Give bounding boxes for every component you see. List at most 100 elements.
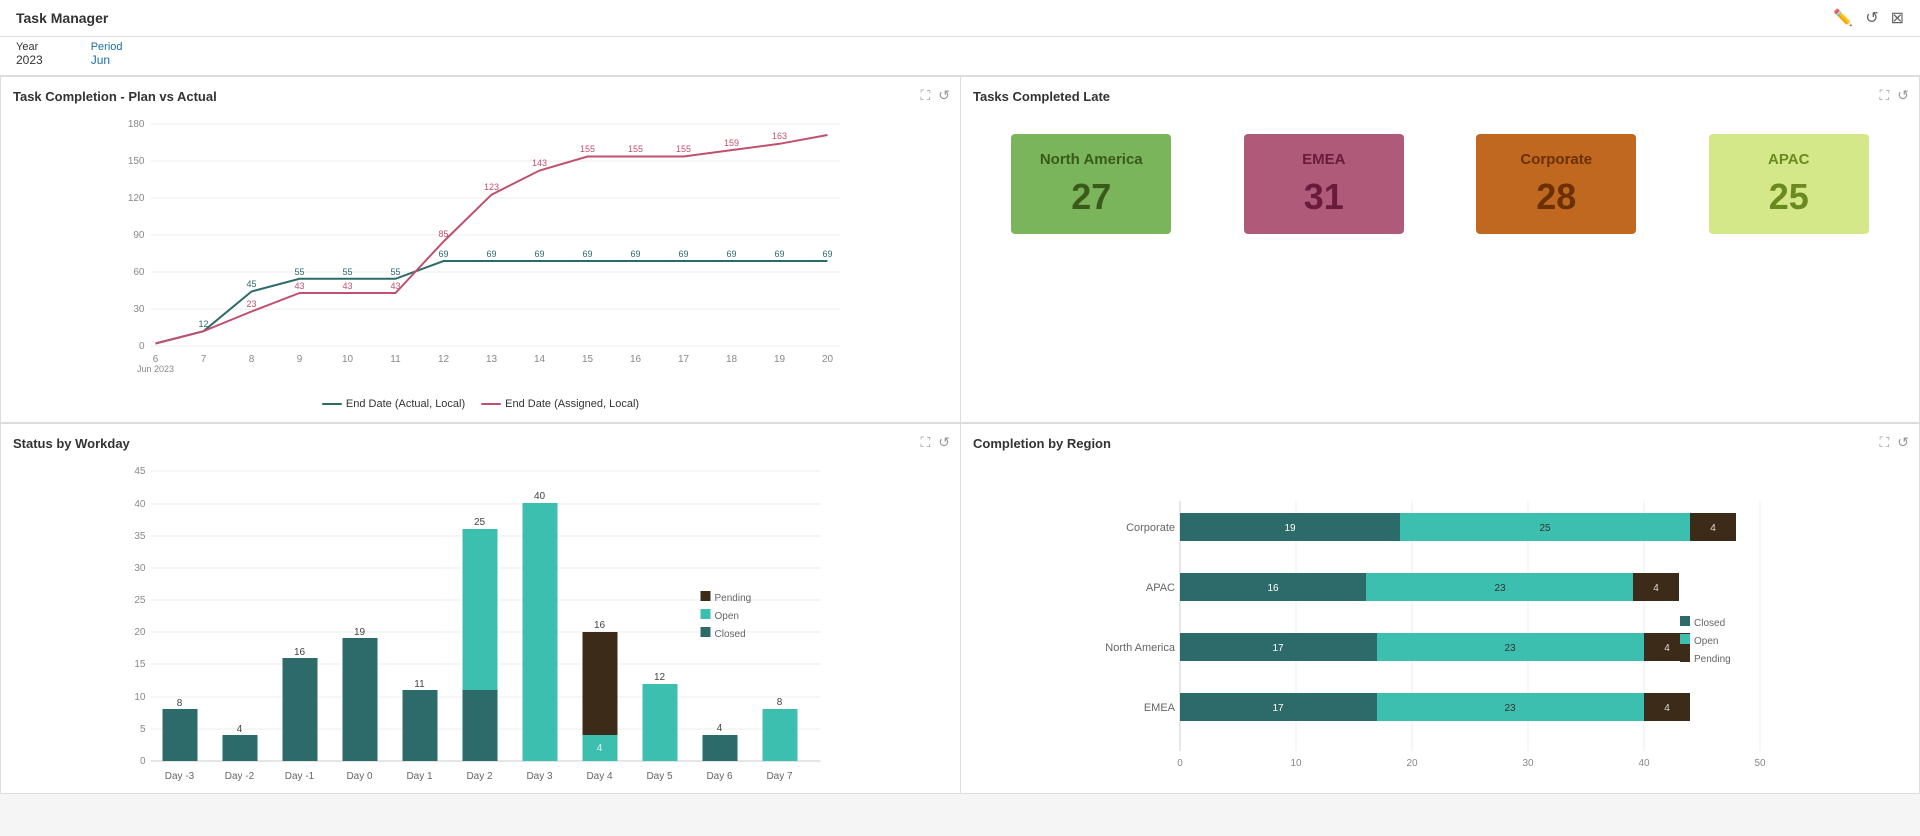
svg-text:4: 4: [1664, 703, 1670, 714]
svg-text:North America: North America: [1105, 642, 1176, 654]
svg-text:EMEA: EMEA: [1144, 702, 1176, 714]
svg-text:12: 12: [438, 354, 450, 365]
expand-icon[interactable]: ⊠: [1891, 8, 1904, 28]
fullscreen-icon[interactable]: ⛶: [920, 87, 930, 104]
panel-status-icons[interactable]: ⛶ ↺: [920, 434, 950, 451]
bar-day2-closed: [463, 690, 498, 761]
filter-year-value[interactable]: 2023: [16, 53, 43, 67]
edit-icon[interactable]: ✏️: [1833, 8, 1853, 28]
late-card-na-value: 27: [1071, 176, 1111, 218]
svg-text:30: 30: [134, 563, 146, 574]
bar-day7-open: [763, 709, 798, 761]
svg-text:0: 0: [139, 341, 145, 352]
bar-day6-closed: [703, 735, 738, 761]
refresh-icon[interactable]: ↺: [938, 434, 950, 451]
svg-text:55: 55: [390, 267, 400, 277]
svg-text:17: 17: [678, 354, 690, 365]
svg-text:15: 15: [134, 659, 146, 670]
svg-text:30: 30: [1522, 758, 1534, 769]
svg-text:69: 69: [774, 249, 784, 259]
svg-text:69: 69: [822, 249, 832, 259]
fullscreen-icon[interactable]: ⛶: [920, 434, 930, 451]
svg-text:Closed: Closed: [1694, 618, 1725, 629]
svg-text:10: 10: [342, 354, 354, 365]
panel-task-completion-icons[interactable]: ⛶ ↺: [920, 87, 950, 104]
svg-text:Day 4: Day 4: [586, 771, 613, 782]
workday-chart-svg: 0 5 10 15 20 25 30 35 40 45 8 Day -3 4 D…: [13, 461, 948, 791]
filter-period-value[interactable]: Jun: [91, 53, 123, 67]
svg-text:20: 20: [134, 627, 146, 638]
svg-text:Day 1: Day 1: [406, 771, 433, 782]
svg-text:20: 20: [822, 354, 834, 365]
panel-tasks-late-title: Tasks Completed Late: [973, 89, 1907, 104]
panel-region-title: Completion by Region: [973, 436, 1907, 451]
line-chart-svg: 0 30 60 90 120 150 180 6 7 8 9 10 11 12 …: [13, 114, 948, 374]
svg-text:155: 155: [580, 144, 595, 154]
svg-text:16: 16: [1267, 583, 1279, 594]
svg-text:12: 12: [198, 319, 208, 329]
panel-tasks-late-icons[interactable]: ⛶ ↺: [1879, 87, 1909, 104]
svg-text:Day -1: Day -1: [285, 771, 315, 782]
svg-text:120: 120: [128, 193, 145, 204]
fullscreen-icon[interactable]: ⛶: [1879, 434, 1889, 451]
late-cards-container: North America 27 EMEA 31 Corporate 28 AP…: [973, 114, 1907, 254]
bar-day-1-closed: [283, 658, 318, 761]
panel-region-icons[interactable]: ⛶ ↺: [1879, 434, 1909, 451]
svg-text:43: 43: [294, 281, 304, 291]
svg-text:40: 40: [1638, 758, 1650, 769]
svg-text:Corporate: Corporate: [1126, 522, 1175, 534]
late-card-apac-value: 25: [1769, 176, 1809, 218]
svg-text:8: 8: [777, 697, 783, 708]
svg-text:14: 14: [534, 354, 546, 365]
late-card-corporate: Corporate 28: [1476, 134, 1636, 234]
refresh-icon[interactable]: ↺: [1897, 87, 1909, 104]
svg-text:90: 90: [133, 230, 145, 241]
svg-text:55: 55: [342, 267, 352, 277]
svg-text:Closed: Closed: [715, 629, 746, 640]
late-card-corp-label: Corporate: [1520, 151, 1592, 168]
svg-text:8: 8: [177, 698, 183, 709]
svg-text:Open: Open: [1694, 636, 1718, 647]
svg-text:Jun 2023: Jun 2023: [137, 364, 174, 374]
svg-text:163: 163: [772, 131, 787, 141]
svg-text:17: 17: [1272, 703, 1284, 714]
svg-text:23: 23: [1504, 643, 1516, 654]
svg-text:4: 4: [1664, 643, 1670, 654]
svg-text:69: 69: [534, 249, 544, 259]
refresh-icon[interactable]: ↺: [938, 87, 950, 104]
late-card-north-america: North America 27: [1011, 134, 1171, 234]
bar-day2-open: [463, 529, 498, 690]
bar-day5-open: [643, 684, 678, 761]
svg-text:10: 10: [1290, 758, 1302, 769]
svg-text:40: 40: [534, 491, 546, 502]
svg-text:APAC: APAC: [1146, 582, 1175, 594]
svg-text:Day -2: Day -2: [225, 771, 255, 782]
svg-text:43: 43: [390, 281, 400, 291]
legend-actual-label: End Date (Actual, Local): [346, 398, 465, 410]
refresh-icon[interactable]: ↺: [1865, 8, 1878, 28]
svg-text:19: 19: [354, 627, 366, 638]
region-bar-chart: 0 10 20 30 40 50 Corporate APAC North Am…: [973, 461, 1907, 781]
svg-text:11: 11: [390, 354, 401, 365]
filter-period: Period Jun: [91, 41, 123, 67]
fullscreen-icon[interactable]: ⛶: [1879, 87, 1889, 104]
header-icons[interactable]: ✏️ ↺ ⊠: [1833, 8, 1904, 28]
svg-text:4: 4: [717, 723, 723, 734]
svg-text:Day 3: Day 3: [526, 771, 553, 782]
legend-actual: End Date (Actual, Local): [322, 398, 465, 410]
svg-text:45: 45: [246, 279, 256, 289]
panel-status-title: Status by Workday: [13, 436, 948, 451]
bar-day-2-closed: [223, 735, 258, 761]
bar-day1-closed: [403, 690, 438, 761]
svg-text:Day 0: Day 0: [346, 771, 373, 782]
panel-task-completion: Task Completion - Plan vs Actual ⛶ ↺ 0 3…: [0, 76, 960, 423]
svg-text:7: 7: [201, 354, 207, 365]
svg-text:23: 23: [1504, 703, 1516, 714]
svg-text:69: 69: [678, 249, 688, 259]
refresh-icon[interactable]: ↺: [1897, 434, 1909, 451]
svg-text:16: 16: [630, 354, 642, 365]
late-card-apac: APAC 25: [1709, 134, 1869, 234]
panel-tasks-late: Tasks Completed Late ⛶ ↺ North America 2…: [960, 76, 1920, 423]
panel-task-completion-title: Task Completion - Plan vs Actual: [13, 89, 948, 104]
svg-text:19: 19: [1284, 523, 1296, 534]
